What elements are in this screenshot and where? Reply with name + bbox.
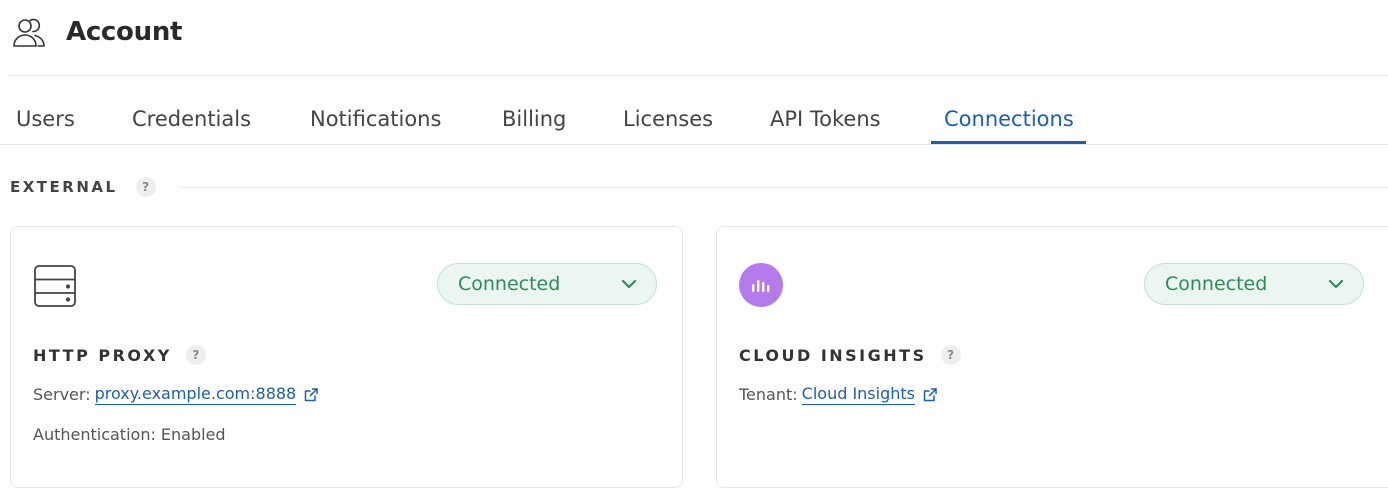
help-icon[interactable]: ? (135, 177, 156, 197)
tab-connections[interactable]: Connections (931, 96, 1086, 144)
help-icon[interactable]: ? (940, 345, 961, 365)
status-text: Connected (1165, 273, 1268, 295)
http-proxy-card: Connected HTTP PROXY ? Server: proxy.exa… (10, 226, 683, 488)
section-divider (179, 186, 1388, 188)
section-label: EXTERNAL (10, 178, 118, 196)
tab-users[interactable]: Users (16, 96, 75, 142)
users-icon (12, 15, 46, 49)
status-dropdown[interactable]: Connected (1144, 263, 1364, 305)
chevron-down-icon (620, 275, 638, 293)
tab-notifications[interactable]: Notifications (310, 96, 441, 142)
server-icon (33, 263, 79, 313)
chevron-down-icon (1327, 275, 1345, 293)
auth-text: Authentication: Enabled (33, 425, 226, 444)
external-link-icon[interactable] (922, 387, 938, 403)
auth-row: Authentication: Enabled (33, 425, 226, 444)
card-title: CLOUD INSIGHTS ? (739, 345, 961, 365)
cloud-insights-card: Connected CLOUD INSIGHTS ? Tenant: Cloud… (716, 226, 1388, 488)
tab-licenses[interactable]: Licenses (623, 96, 713, 142)
tab-credentials[interactable]: Credentials (132, 96, 251, 142)
page-header: Account (12, 10, 182, 54)
tabs-divider (0, 144, 1388, 145)
card-title-text: CLOUD INSIGHTS (739, 345, 927, 365)
tab-api-tokens[interactable]: API Tokens (770, 96, 881, 142)
server-link[interactable]: proxy.example.com:8888 (94, 384, 297, 405)
status-text: Connected (458, 273, 561, 295)
card-title: HTTP PROXY ? (33, 345, 206, 365)
section-header-external: EXTERNAL ? (10, 175, 1388, 199)
status-dropdown[interactable]: Connected (437, 263, 657, 305)
help-icon[interactable]: ? (185, 345, 206, 365)
external-link-icon[interactable] (303, 387, 319, 403)
tab-billing[interactable]: Billing (502, 96, 566, 142)
tenant-link[interactable]: Cloud Insights (801, 384, 915, 405)
card-title-text: HTTP PROXY (33, 345, 172, 365)
server-label: Server: (33, 385, 91, 404)
tenant-row: Tenant: Cloud Insights (739, 384, 938, 405)
page-title: Account (66, 17, 183, 47)
cloud-insights-icon (739, 263, 783, 307)
server-row: Server: proxy.example.com:8888 (33, 384, 319, 405)
tenant-label: Tenant: (739, 385, 798, 404)
header-divider (8, 75, 1388, 76)
account-tabs: Users Credentials Notifications Billing … (0, 96, 1388, 144)
